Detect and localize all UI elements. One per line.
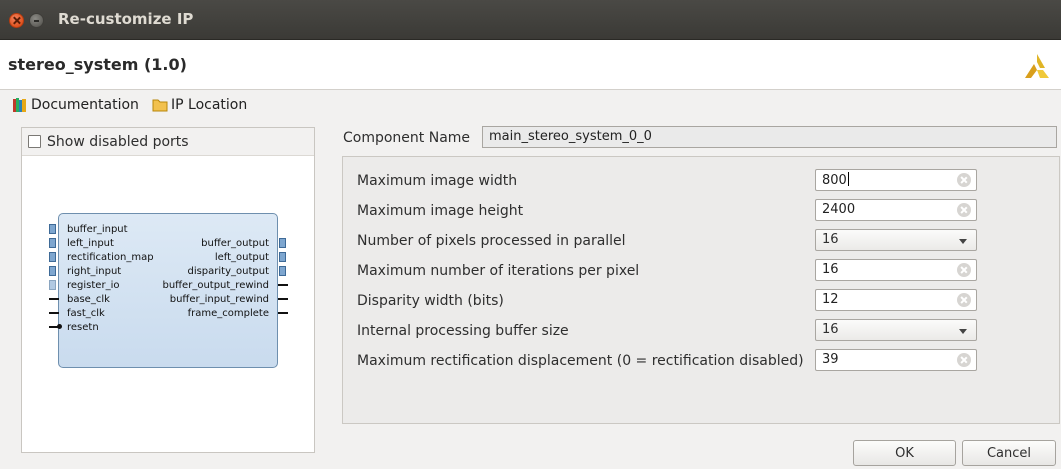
param-row: Maximum number of iterations per pixel 1… xyxy=(343,257,1059,287)
max-iterations-value: 16 xyxy=(822,262,839,277)
parameters-group: Maximum image width 800 Maximum image he… xyxy=(342,156,1060,424)
pin-line xyxy=(278,298,288,300)
bus-pin-icon xyxy=(49,280,56,290)
max-image-height-input[interactable]: 2400 xyxy=(815,199,977,221)
disparity-width-input[interactable]: 12 xyxy=(815,289,977,311)
bus-pin-icon xyxy=(279,252,286,262)
port-buffer-output: buffer_output xyxy=(201,238,269,249)
chevron-down-icon[interactable] xyxy=(959,329,967,334)
rectification-displacement-value: 39 xyxy=(822,352,839,367)
bus-pin-icon xyxy=(49,252,56,262)
ip-location-label: IP Location xyxy=(171,97,248,113)
chevron-down-icon[interactable] xyxy=(959,239,967,244)
max-image-width-input[interactable]: 800 xyxy=(815,169,977,191)
bus-pin-icon xyxy=(49,266,56,276)
bus-pin-icon xyxy=(49,238,56,248)
link-bar: Documentation IP Location xyxy=(0,91,1061,119)
text-caret xyxy=(847,172,849,186)
component-name-label: Component Name xyxy=(343,130,471,146)
clear-icon[interactable] xyxy=(957,203,971,217)
rectification-displacement-input[interactable]: 39 xyxy=(815,349,977,371)
pin-line xyxy=(278,284,288,286)
param-label: Internal processing buffer size xyxy=(357,323,569,339)
param-row: Maximum image height 2400 xyxy=(343,197,1059,227)
documentation-label: Documentation xyxy=(31,97,139,113)
max-image-height-value: 2400 xyxy=(822,202,856,217)
port-disparity-output: disparity_output xyxy=(187,266,269,277)
minimize-icon[interactable] xyxy=(29,13,44,28)
bus-pin-icon xyxy=(279,238,286,248)
ok-button[interactable]: OK xyxy=(853,440,956,466)
ip-symbol-panel: Show disabled ports buffer_input left_in… xyxy=(21,127,315,453)
ip-location-link[interactable]: IP Location xyxy=(152,97,247,113)
port-buffer-output-rewind: buffer_output_rewind xyxy=(162,280,269,291)
param-label: Maximum image width xyxy=(357,173,518,189)
bus-pin-icon xyxy=(279,266,286,276)
pixels-parallel-value: 16 xyxy=(822,232,839,247)
clear-icon[interactable] xyxy=(957,293,971,307)
max-image-width-value: 800 xyxy=(822,173,847,188)
documentation-link[interactable]: Documentation xyxy=(12,97,139,113)
port-left-input: left_input xyxy=(67,238,114,249)
port-resetn: resetn xyxy=(67,322,99,333)
configuration-panel: Component Name main_stereo_system_0_0 Ma… xyxy=(330,120,1061,440)
clear-icon[interactable] xyxy=(957,173,971,187)
buffer-size-select[interactable]: 16 xyxy=(815,319,977,341)
param-row: Maximum image width 800 xyxy=(343,167,1059,197)
param-label: Number of pixels processed in parallel xyxy=(357,233,626,249)
pin-dot xyxy=(57,324,62,329)
param-row: Number of pixels processed in parallel 1… xyxy=(343,227,1059,257)
show-disabled-ports-row[interactable]: Show disabled ports xyxy=(22,128,314,156)
port-frame-complete: frame_complete xyxy=(187,308,269,319)
ip-title: stereo_system (1.0) xyxy=(8,55,187,74)
cancel-button[interactable]: Cancel xyxy=(962,440,1056,466)
pin-line xyxy=(49,298,59,300)
port-left-output: left_output xyxy=(214,252,269,263)
port-buffer-input: buffer_input xyxy=(67,224,128,235)
pin-line xyxy=(49,312,59,314)
folder-icon xyxy=(152,99,168,112)
show-disabled-ports-label: Show disabled ports xyxy=(47,133,189,150)
pixels-parallel-select[interactable]: 16 xyxy=(815,229,977,251)
max-iterations-input[interactable]: 16 xyxy=(815,259,977,281)
param-row: Disparity width (bits) 12 xyxy=(343,287,1059,317)
disparity-width-value: 12 xyxy=(822,292,839,307)
param-label: Maximum number of iterations per pixel xyxy=(357,263,640,279)
ip-block-symbol: buffer_input left_input rectification_ma… xyxy=(58,213,278,368)
param-label: Disparity width (bits) xyxy=(357,293,504,309)
port-right-input: right_input xyxy=(67,266,122,277)
xilinx-logo-icon xyxy=(1025,54,1049,78)
bus-pin-icon xyxy=(49,224,56,234)
port-fast-clk: fast_clk xyxy=(67,308,105,319)
param-label: Maximum rectification displacement (0 = … xyxy=(357,353,804,369)
window-title: Re-customize IP xyxy=(58,10,194,28)
pin-line xyxy=(278,312,288,314)
books-icon xyxy=(13,98,26,112)
clear-icon[interactable] xyxy=(957,263,971,277)
clear-icon[interactable] xyxy=(957,353,971,367)
param-label: Maximum image height xyxy=(357,203,524,219)
ip-header: stereo_system (1.0) xyxy=(0,40,1061,90)
port-base-clk: base_clk xyxy=(67,294,110,305)
title-bar: Re-customize IP xyxy=(0,0,1061,40)
buffer-size-value: 16 xyxy=(822,322,839,337)
show-disabled-ports-checkbox[interactable] xyxy=(28,135,41,148)
param-row: Internal processing buffer size 16 xyxy=(343,317,1059,347)
port-register-io: register_io xyxy=(67,280,120,291)
param-row: Maximum rectification displacement (0 = … xyxy=(343,347,1059,377)
close-icon[interactable] xyxy=(9,13,24,28)
component-name-field[interactable]: main_stereo_system_0_0 xyxy=(482,126,1057,148)
port-rectification-map: rectification_map xyxy=(67,252,154,263)
port-buffer-input-rewind: buffer_input_rewind xyxy=(169,294,269,305)
